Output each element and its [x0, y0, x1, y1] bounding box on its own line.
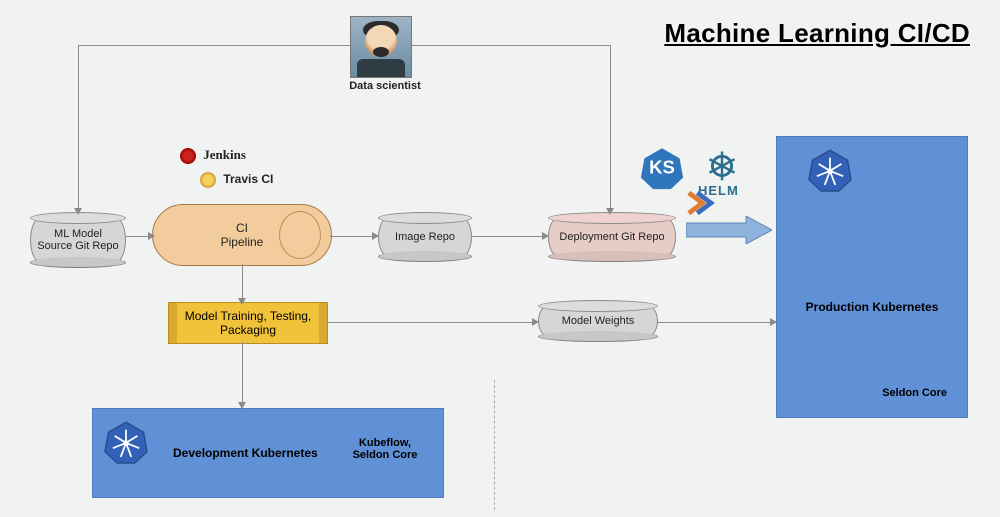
weights-node: Model Weights: [538, 304, 658, 338]
svg-text:KS: KS: [649, 156, 675, 177]
arrowhead-icon: [532, 318, 539, 326]
connector: [472, 236, 544, 237]
divider: [494, 380, 495, 510]
kubernetes-icon: [808, 148, 852, 192]
connector: [78, 45, 350, 46]
connector: [78, 45, 79, 210]
travis-icon: [200, 172, 216, 188]
connector: [410, 45, 610, 46]
connector: [610, 45, 611, 210]
arrowhead-icon: [74, 208, 82, 215]
deploy-repo-label: Deployment Git Repo: [559, 231, 664, 243]
deploy-repo-node: Deployment Git Repo: [548, 216, 676, 258]
dev-k8s-sub: Kubeflow, Seldon Core: [345, 437, 425, 461]
deploy-arrow: [686, 216, 772, 244]
source-repo-node: ML Model Source Git Repo: [30, 216, 126, 264]
arrowhead-icon: [148, 232, 155, 240]
diagram-canvas: Machine Learning CI/CD Data scientist Je…: [0, 0, 1000, 517]
jenkins-badge: Jenkins: [180, 147, 246, 164]
image-repo-label: Image Repo: [395, 231, 455, 243]
kubernetes-icon: [104, 420, 148, 464]
training-label: Model Training, Testing, Packaging: [169, 309, 327, 337]
arrowhead-icon: [542, 232, 549, 240]
ci-pipeline-node: CI Pipeline: [152, 204, 332, 266]
weights-label: Model Weights: [562, 315, 635, 327]
source-repo-label: ML Model Source Git Repo: [37, 228, 119, 252]
connector: [330, 236, 374, 237]
data-scientist-avatar: [350, 16, 412, 78]
travis-label: Travis CI: [223, 172, 273, 186]
arrowhead-icon: [770, 318, 777, 326]
prod-k8s-sub: Seldon Core: [882, 387, 947, 399]
travis-badge: Travis CI: [200, 172, 273, 188]
data-scientist-label: Data scientist: [345, 80, 425, 92]
arrowhead-icon: [238, 402, 246, 409]
training-node: Model Training, Testing, Packaging: [168, 302, 328, 344]
arrowhead-icon: [606, 208, 614, 215]
connector: [326, 322, 534, 323]
jenkins-icon: [180, 148, 196, 164]
dev-k8s-label: Development Kubernetes: [173, 446, 318, 460]
arrowhead-icon: [372, 232, 379, 240]
prod-k8s-node: Production Kubernetes Seldon Core: [776, 136, 968, 418]
page-title: Machine Learning CI/CD: [664, 18, 970, 49]
jenkins-label: Jenkins: [203, 147, 246, 162]
connector: [658, 322, 772, 323]
connector: [126, 236, 150, 237]
arrowhead-icon: [238, 298, 246, 305]
prod-k8s-label: Production Kubernetes: [806, 300, 939, 314]
ksonnet-icon: KS: [640, 146, 684, 193]
ci-pipeline-label: CI Pipeline: [221, 221, 264, 249]
connector: [242, 342, 243, 404]
connector: [242, 264, 243, 300]
image-repo-node: Image Repo: [378, 216, 472, 258]
